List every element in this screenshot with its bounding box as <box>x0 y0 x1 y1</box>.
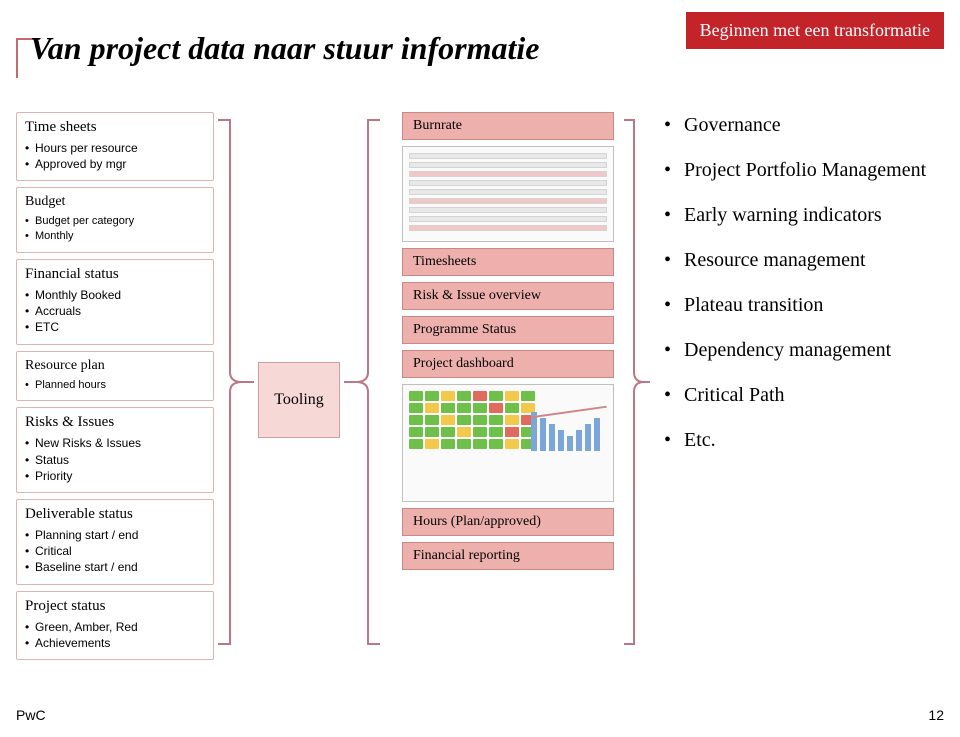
input-card-item: Hours per resource <box>25 140 205 156</box>
outcome-item: Dependency management <box>664 337 944 364</box>
input-card-title: Risks & Issues <box>25 414 205 431</box>
tooling-box: Tooling <box>258 362 340 438</box>
bracket-right <box>620 112 650 687</box>
input-card-list: New Risks & IssuesStatusPriority <box>25 435 205 484</box>
outcome-item: Early warning indicators <box>664 202 944 229</box>
input-card-item: Budget per category <box>25 214 205 229</box>
input-card-item: Green, Amber, Red <box>25 619 205 635</box>
input-card-item: Priority <box>25 468 205 484</box>
input-card-item: Approved by mgr <box>25 156 205 172</box>
input-card-item: Monthly <box>25 229 205 244</box>
outcomes-list: Governance Project Portfolio Management Ea… <box>664 112 944 454</box>
output-chip: Hours (Plan/approved) <box>402 508 614 536</box>
outcome-item: Project Portfolio Management <box>664 157 944 184</box>
dashboard-thumbnail <box>402 384 614 502</box>
output-chip: Project dashboard <box>402 350 614 378</box>
input-cards-column: Time sheets Hours per resourceApproved by… <box>16 112 214 687</box>
input-card-list: Budget per categoryMonthly <box>25 214 205 244</box>
input-card-item: Monthly Booked <box>25 287 205 303</box>
input-card-item: New Risks & Issues <box>25 435 205 451</box>
input-card-list: Planned hours <box>25 378 205 393</box>
section-tag: Beginnen met een transformatie <box>686 12 944 49</box>
input-card-list: Green, Amber, RedAchievements <box>25 619 205 651</box>
input-card-item: Planned hours <box>25 378 205 393</box>
input-card: Budget Budget per categoryMonthly <box>16 187 214 253</box>
output-chip: Programme Status <box>402 316 614 344</box>
input-card: Financial status Monthly BookedAccrualsET… <box>16 259 214 345</box>
input-card-item: Critical <box>25 543 205 559</box>
input-card-item: Achievements <box>25 635 205 651</box>
input-card: Time sheets Hours per resourceApproved by… <box>16 112 214 181</box>
outcome-item: Resource management <box>664 247 944 274</box>
input-card-item: Baseline start / end <box>25 559 205 575</box>
output-chip: Risk & Issue overview <box>402 282 614 310</box>
outcome-item: Governance <box>664 112 944 139</box>
outcomes-column: Governance Project Portfolio Management Ea… <box>650 112 944 687</box>
input-card-list: Hours per resourceApproved by mgr <box>25 140 205 172</box>
input-card-title: Budget <box>25 194 205 210</box>
input-card-item: Status <box>25 452 205 468</box>
page-number: 12 <box>928 707 944 723</box>
output-chips-column: Burnrate Timesheets Risk & Issue overview P… <box>384 112 620 687</box>
outcome-item: Plateau transition <box>664 292 944 319</box>
input-card-item: Planning start / end <box>25 527 205 543</box>
burnrate-thumbnail <box>402 146 614 242</box>
output-chip: Financial reporting <box>402 542 614 570</box>
footer-brand: PwC <box>16 707 46 723</box>
tooling-column: Tooling <box>254 112 344 687</box>
input-card: Resource plan Planned hours <box>16 351 214 402</box>
input-card-item: ETC <box>25 319 205 335</box>
input-card-list: Planning start / endCriticalBaseline sta… <box>25 527 205 576</box>
page-title: Van project data naar stuur informatie <box>30 30 539 67</box>
input-card-title: Project status <box>25 598 205 615</box>
output-chip: Burnrate <box>402 112 614 140</box>
input-card: Risks & Issues New Risks & IssuesStatusPr… <box>16 407 214 493</box>
input-card-list: Monthly BookedAccrualsETC <box>25 287 205 336</box>
output-chip: Timesheets <box>402 248 614 276</box>
input-card-title: Financial status <box>25 266 205 283</box>
content-row: Time sheets Hours per resourceApproved by… <box>16 112 944 687</box>
input-card-item: Accruals <box>25 303 205 319</box>
input-card: Project status Green, Amber, RedAchieveme… <box>16 591 214 660</box>
outcome-item: Critical Path <box>664 382 944 409</box>
input-card-title: Time sheets <box>25 119 205 136</box>
outcome-item: Etc. <box>664 427 944 454</box>
slide: Beginnen met een transformatie Van proje… <box>0 0 960 737</box>
input-card: Deliverable status Planning start / endCr… <box>16 499 214 585</box>
input-card-title: Resource plan <box>25 358 205 374</box>
input-card-title: Deliverable status <box>25 506 205 523</box>
bracket-left-out <box>344 112 384 687</box>
bracket-left <box>214 112 254 687</box>
